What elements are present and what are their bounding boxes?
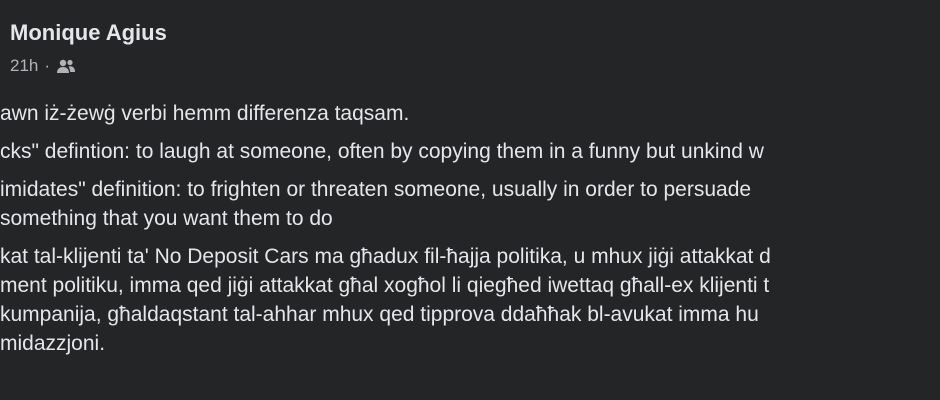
post-text-line: ment politiku, imma qed jiġi attakkat għ… xyxy=(0,274,770,297)
post-paragraph: kat tal-klijenti ta' No Deposit Cars ma … xyxy=(0,242,940,358)
post-text-line: kumpanija, għaldaqstant tal-ahhar mhux q… xyxy=(0,303,759,326)
post-paragraph: cks" defintion: to laugh at someone, oft… xyxy=(0,137,940,166)
post-text-line: something that you want them to do xyxy=(0,207,333,230)
post-paragraph: imidates" definition: to frighten or thr… xyxy=(0,175,940,233)
post-text-line: kat tal-klijenti ta' No Deposit Cars ma … xyxy=(0,245,771,268)
post-timestamp[interactable]: 21h xyxy=(10,56,38,76)
meta-separator: · xyxy=(44,56,51,75)
post-author-name[interactable]: Monique Agius xyxy=(10,20,167,46)
post-text-line: midazzjoni. xyxy=(0,332,106,355)
post-text-line: imidates" definition: to frighten or thr… xyxy=(0,178,752,201)
post-text-line: awn iż-żewġ verbi hemm differenza taqsam… xyxy=(0,102,410,125)
facebook-post: Monique Agius 21h · awn iż-żewġ verbi he… xyxy=(0,0,940,400)
post-meta: 21h · xyxy=(10,56,76,76)
post-body: awn iż-żewġ verbi hemm differenza taqsam… xyxy=(0,99,940,367)
post-text-line: cks" defintion: to laugh at someone, oft… xyxy=(0,140,764,163)
post-paragraph: awn iż-żewġ verbi hemm differenza taqsam… xyxy=(0,99,940,128)
friends-icon[interactable] xyxy=(56,58,76,74)
